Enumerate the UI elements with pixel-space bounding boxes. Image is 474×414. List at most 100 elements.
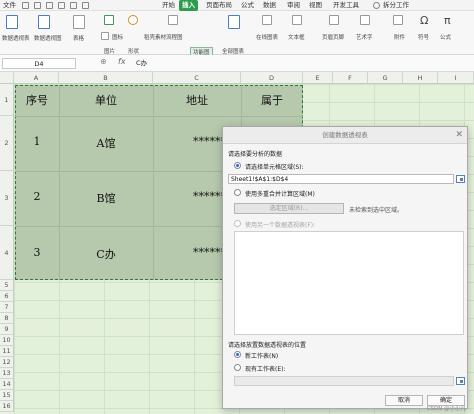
row-header[interactable]: 1	[0, 84, 14, 116]
picture-icon[interactable]	[104, 15, 114, 25]
select-all-corner[interactable]	[0, 72, 14, 84]
row-header[interactable]: 15	[0, 390, 14, 401]
data-cell[interactable]: B馆	[59, 190, 153, 206]
column-header[interactable]: A	[14, 72, 59, 84]
row-header[interactable]: 2	[0, 116, 14, 171]
textbox-button[interactable]: 文本框	[288, 33, 305, 41]
data-cell[interactable]: A馆	[59, 135, 153, 151]
row-header[interactable]: 3	[0, 171, 14, 226]
select-range-radio[interactable]	[234, 162, 241, 169]
attachment-button[interactable]: 附件	[394, 33, 405, 41]
tab-data[interactable]: 数据	[263, 0, 276, 11]
data-cell[interactable]: 1	[15, 135, 59, 148]
data-cell[interactable]: 3	[15, 246, 59, 259]
symbol-icon[interactable]: Ω	[420, 14, 428, 27]
row-header[interactable]: 12	[0, 357, 14, 368]
range-input[interactable]: Sheet1!$A$1:$D$4	[228, 174, 454, 184]
other-pivot-radio[interactable]	[234, 220, 241, 227]
online-chart-button[interactable]: 在线图表	[256, 33, 278, 41]
formula-icon[interactable]: π	[444, 14, 451, 27]
file-menu[interactable]: 文件	[3, 0, 16, 11]
picture-button[interactable]: 图片	[104, 47, 115, 55]
row-header[interactable]: 7	[0, 302, 14, 313]
flowchart-button[interactable]: 流程图	[166, 33, 183, 41]
all-charts-button[interactable]: 全部图表	[222, 47, 244, 55]
shape-button[interactable]: 形状	[128, 47, 139, 55]
format-painter-icon[interactable]	[82, 2, 89, 9]
header-footer-icon[interactable]	[329, 15, 339, 25]
location-picker-icon[interactable]	[456, 377, 465, 385]
textbox-icon[interactable]	[292, 15, 302, 25]
tab-formulas[interactable]: 公式	[241, 0, 254, 11]
header-cell-address[interactable]: 地址	[153, 92, 241, 108]
print-icon[interactable]	[34, 2, 41, 9]
all-charts-icon[interactable]	[228, 15, 240, 29]
attachment-icon[interactable]	[393, 15, 403, 25]
header-cell-unit[interactable]: 单位	[59, 92, 153, 108]
other-pivot-label[interactable]: 使用另一个数据透视表(F):	[245, 220, 315, 229]
row-header[interactable]: 11	[0, 346, 14, 357]
word-art-button[interactable]: 艺术字	[356, 33, 373, 41]
pivot-chart-icon[interactable]	[38, 15, 50, 29]
row-header[interactable]: 9	[0, 324, 14, 335]
pivot-table-list[interactable]	[234, 231, 464, 335]
symbol-button[interactable]: 符号	[418, 33, 429, 41]
save-icon[interactable]	[22, 2, 29, 9]
tab-insert[interactable]: 插入	[179, 0, 198, 11]
row-header[interactable]: 16	[0, 401, 14, 412]
data-cell[interactable]: 2	[15, 190, 59, 203]
column-header[interactable]: G	[368, 72, 403, 84]
icon-library-icon[interactable]	[101, 32, 109, 40]
column-header[interactable]: F	[333, 72, 368, 84]
row-header[interactable]: 10	[0, 335, 14, 346]
row-header[interactable]: 6	[0, 291, 14, 302]
tab-home[interactable]: 开始	[162, 0, 175, 11]
column-header[interactable]: C	[153, 72, 241, 84]
column-header[interactable]: I	[438, 72, 474, 84]
redo-icon[interactable]	[70, 2, 77, 9]
header-cell-belongs[interactable]: 属于	[241, 92, 303, 108]
existing-sheet-input[interactable]	[234, 376, 454, 386]
cancel-button[interactable]: 取消	[385, 395, 423, 406]
row-header[interactable]: 5	[0, 280, 14, 291]
flowchart-icon[interactable]	[168, 15, 178, 25]
split-work-button[interactable]: 拆分工作	[383, 0, 409, 11]
column-header[interactable]: H	[403, 72, 438, 84]
row-header[interactable]: 8	[0, 313, 14, 324]
row-header[interactable]: 14	[0, 379, 14, 390]
tab-page-layout[interactable]: 页面布局	[206, 0, 232, 11]
tab-developer[interactable]: 开发工具	[333, 0, 359, 11]
word-art-icon[interactable]	[360, 15, 370, 25]
select-area-button[interactable]: 选定区域(R)...	[234, 203, 344, 214]
name-box[interactable]: D4	[2, 58, 76, 69]
new-sheet-label[interactable]: 新工作表(N)	[245, 351, 278, 360]
column-header[interactable]: D	[241, 72, 303, 84]
header-cell-index[interactable]: 序号	[15, 92, 59, 108]
range-picker-icon[interactable]	[456, 175, 465, 183]
table-button[interactable]: 表格	[73, 34, 84, 42]
formula-button[interactable]: 公式	[440, 33, 451, 41]
online-chart-icon[interactable]	[262, 15, 272, 25]
column-header[interactable]: B	[59, 72, 153, 84]
zoom-formula-icon[interactable]: ⊕	[100, 57, 107, 66]
shape-icon[interactable]	[128, 15, 138, 25]
select-range-label[interactable]: 请选择单元格区域(S):	[245, 162, 304, 171]
column-header[interactable]: E	[303, 72, 333, 84]
multi-consolidation-label[interactable]: 使用多重合并计算区域(M)	[245, 189, 315, 198]
row-header[interactable]: 4	[0, 226, 14, 280]
row-header[interactable]: 13	[0, 368, 14, 379]
pivot-table-button[interactable]: 数据透视表	[2, 34, 30, 42]
undo-icon[interactable]	[58, 2, 65, 9]
multi-consolidation-radio[interactable]	[234, 189, 241, 196]
existing-sheet-radio[interactable]	[234, 364, 241, 371]
data-cell[interactable]: C办	[59, 246, 153, 262]
new-sheet-radio[interactable]	[234, 351, 241, 358]
close-icon[interactable]: ✕	[455, 127, 463, 144]
pivot-chart-button[interactable]: 数据透视图	[34, 34, 62, 42]
existing-sheet-label[interactable]: 现有工作表(E):	[245, 364, 286, 373]
fx-label[interactable]: fx	[118, 57, 126, 66]
docer-material-button[interactable]: 稻壳素材	[144, 33, 166, 41]
pivot-table-icon[interactable]	[6, 15, 18, 29]
preview-icon[interactable]	[46, 2, 53, 9]
tab-view[interactable]: 视图	[309, 0, 322, 11]
